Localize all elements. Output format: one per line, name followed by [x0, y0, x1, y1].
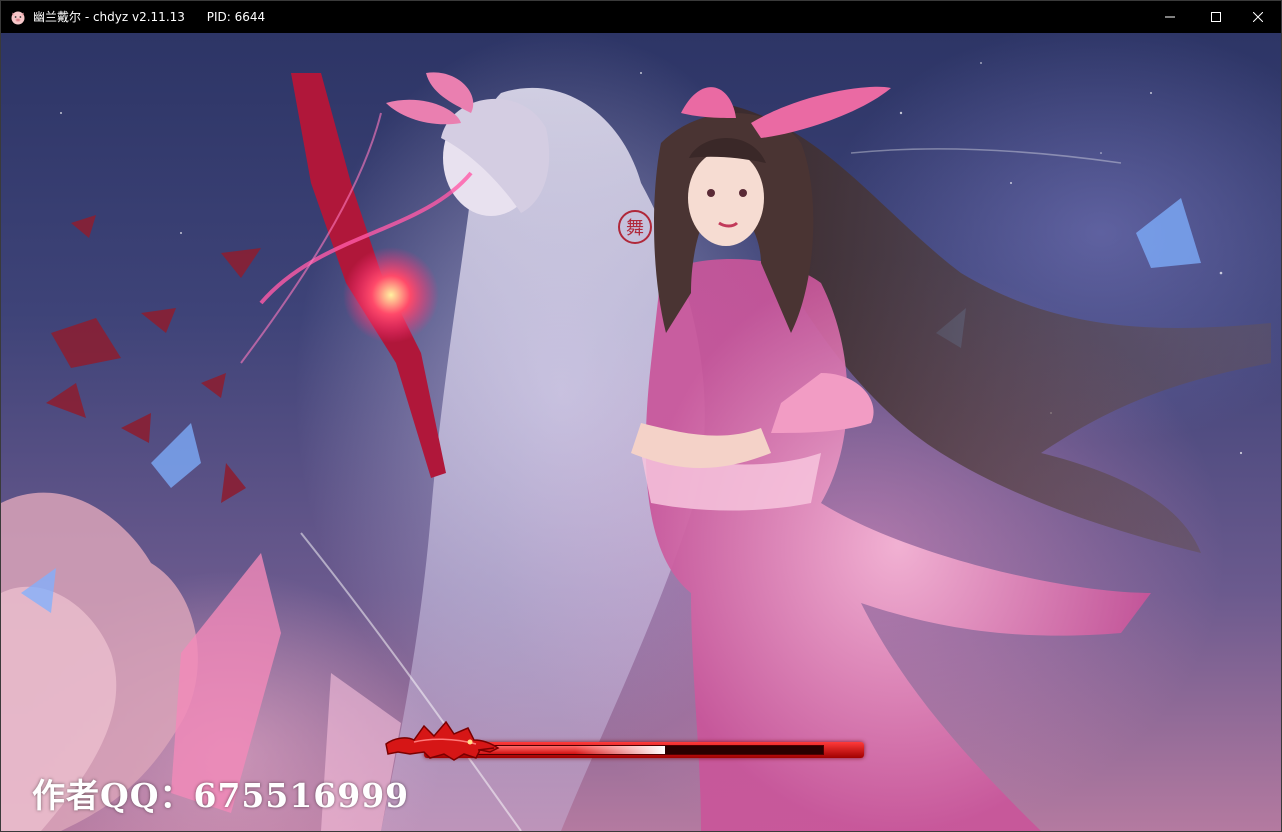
window-title: 幽兰戴尔 - chdyz v2.11.13 PID: 6644: [33, 9, 265, 25]
bunny-ears: [681, 87, 736, 118]
game-window: 幽兰戴尔 - chdyz v2.11.13 PID: 6644 舞 作者QQ：6…: [0, 0, 1282, 832]
red-petals: [46, 215, 261, 503]
minimize-icon: [1165, 12, 1175, 22]
loading-bar-glow: [575, 746, 666, 754]
close-icon: [1253, 12, 1263, 22]
minimize-button[interactable]: [1147, 1, 1193, 33]
title-bar[interactable]: 幽兰戴尔 - chdyz v2.11.13 PID: 6644: [1, 1, 1281, 33]
pid-label: PID: 6644: [206, 10, 266, 24]
dragon-head-icon: [385, 720, 500, 761]
splash-artwork: 舞: [1, 62, 1271, 831]
crimson-sword: [240, 73, 473, 478]
author-qq-label: 作者QQ：675516999: [32, 776, 410, 815]
splash-screen: 舞 作者QQ：675516999: [1, 33, 1281, 831]
seal-text: 舞: [626, 218, 644, 239]
pig-face-icon: [10, 9, 26, 25]
front-figure-face: [688, 150, 764, 246]
maximize-icon: [1211, 12, 1221, 22]
loading-bar: [384, 714, 864, 770]
window-title-text: 幽兰戴尔 - chdyz v2.11.13: [33, 10, 185, 24]
maximize-button[interactable]: [1193, 1, 1239, 33]
close-button[interactable]: [1235, 1, 1281, 33]
